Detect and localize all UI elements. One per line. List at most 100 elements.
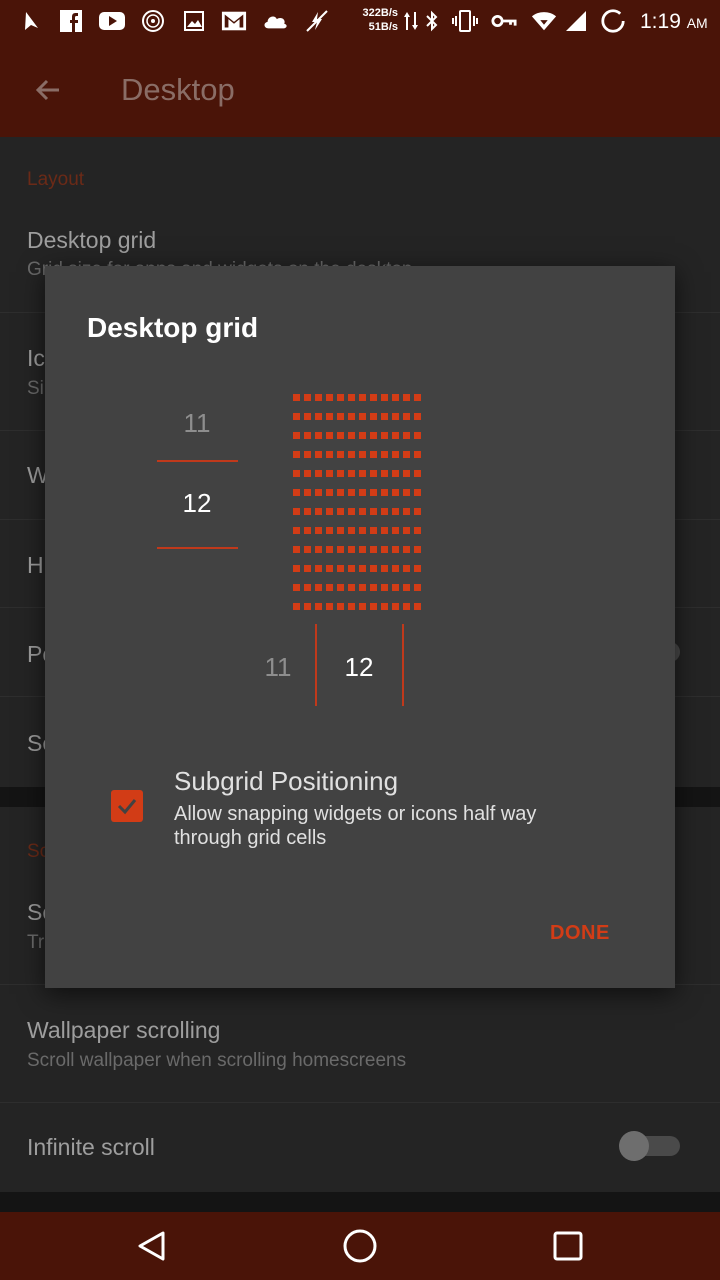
grid-preview-cell [293, 603, 300, 610]
subgrid-checkbox[interactable] [111, 790, 143, 822]
grid-preview-cell [293, 451, 300, 458]
grid-preview-cell [403, 470, 410, 477]
grid-preview-cell [293, 470, 300, 477]
grid-preview-cell [337, 508, 344, 515]
grid-preview-cell [381, 432, 388, 439]
grid-preview-cell [304, 527, 311, 534]
grid-preview-cell [403, 565, 410, 572]
grid-preview-cell [414, 546, 421, 553]
grid-preview-cell [381, 546, 388, 553]
gmail-icon [221, 9, 247, 33]
rows-picker-selected-value[interactable]: 12 [157, 488, 237, 519]
grid-preview-cell [403, 527, 410, 534]
upload-speed: 322B/s [362, 7, 398, 19]
grid-preview-cell [293, 584, 300, 591]
grid-preview-cell [293, 489, 300, 496]
status-bar: 322B/s 51B/s 1:19 AM [0, 0, 720, 42]
app-toolbar: Desktop [0, 42, 720, 137]
setting-wallpaper-scrolling-summary: Scroll wallpaper when scrolling homescre… [27, 1050, 407, 1071]
subgrid-title[interactable]: Subgrid Positioning [174, 766, 398, 797]
arrow-left-icon [35, 79, 59, 101]
no-entry-bolt-icon [304, 9, 330, 33]
grid-preview-cell [315, 470, 322, 477]
grid-preview-cell [381, 470, 388, 477]
grid-preview-cell [370, 451, 377, 458]
back-triangle-icon [138, 1231, 165, 1261]
nav-recents-button[interactable] [544, 1222, 592, 1270]
cols-picker-divider-right [402, 624, 404, 706]
rows-picker-prev-value[interactable]: 11 [157, 408, 237, 439]
grid-preview-cell [392, 489, 399, 496]
grid-preview-cell [392, 432, 399, 439]
grid-preview-cell [403, 546, 410, 553]
setting-wallpaper-scrolling-title[interactable]: Wallpaper scrolling [27, 1017, 220, 1044]
grid-preview-cell [370, 546, 377, 553]
grid-preview-cell [304, 565, 311, 572]
setting-desktop-grid-title[interactable]: Desktop grid [27, 227, 156, 254]
cols-picker-prev-value[interactable]: 11 [238, 652, 318, 683]
grid-preview-cell [414, 508, 421, 515]
grid-preview-cell [304, 489, 311, 496]
grid-preview-cell [392, 413, 399, 420]
grid-preview-cell [337, 584, 344, 591]
grid-preview-cell [326, 508, 333, 515]
youtube-icon [99, 9, 125, 33]
vibrate-icon [452, 9, 478, 33]
grid-preview-cell [392, 603, 399, 610]
nav-back-button[interactable] [128, 1222, 176, 1270]
grid-preview-cell [359, 546, 366, 553]
battery-charging-icon [600, 9, 626, 33]
grid-preview-cell [348, 603, 355, 610]
grid-preview-cell [414, 603, 421, 610]
done-button[interactable]: DONE [550, 922, 610, 945]
grid-preview-cell [304, 584, 311, 591]
grid-preview-cell [403, 584, 410, 591]
grid-preview-cell [392, 508, 399, 515]
grid-preview-cell [370, 470, 377, 477]
grid-preview-cell [381, 584, 388, 591]
grid-preview-cell [326, 565, 333, 572]
back-button[interactable] [24, 66, 72, 114]
grid-preview-cell [414, 432, 421, 439]
section-header-layout: Layout [27, 169, 85, 190]
grid-preview-cell [370, 432, 377, 439]
grid-preview-cell [337, 527, 344, 534]
signal-icon [563, 9, 589, 33]
grid-preview-cell [315, 565, 322, 572]
vpn-key-icon [491, 9, 517, 33]
bluetooth-icon [419, 9, 445, 33]
grid-preview-cell [414, 470, 421, 477]
grid-preview-cell [304, 546, 311, 553]
setting-row4-title[interactable]: H [27, 552, 44, 579]
grid-preview-cell [337, 413, 344, 420]
rows-picker-divider-bottom [157, 547, 238, 549]
grid-preview-cell [359, 565, 366, 572]
grid-preview-cell [293, 565, 300, 572]
grid-preview-cell [326, 603, 333, 610]
setting-infinite-scroll-title[interactable]: Infinite scroll [27, 1134, 155, 1161]
grid-preview-cell [359, 451, 366, 458]
nav-home-button[interactable] [336, 1222, 384, 1270]
grid-preview-cell [348, 527, 355, 534]
grid-preview-cell [414, 584, 421, 591]
grid-preview-cell [304, 508, 311, 515]
grid-preview [293, 394, 425, 614]
grid-preview-cell [315, 546, 322, 553]
grid-preview-cell [359, 584, 366, 591]
grid-preview-cell [348, 584, 355, 591]
grid-preview-cell [403, 451, 410, 458]
home-circle-icon [343, 1229, 377, 1263]
grid-preview-cell [315, 394, 322, 401]
grid-preview-cell [414, 489, 421, 496]
grid-preview-cell [315, 432, 322, 439]
grid-preview-cell [304, 451, 311, 458]
infinite-scroll-toggle-thumb[interactable] [619, 1131, 649, 1161]
grid-preview-cell [370, 413, 377, 420]
dialog-title: Desktop grid [87, 312, 259, 343]
grid-preview-cell [337, 432, 344, 439]
cols-picker-selected-value[interactable]: 12 [319, 652, 399, 683]
grid-preview-cell [359, 508, 366, 515]
clock-time: 1:19 [640, 10, 681, 33]
grid-preview-cell [414, 565, 421, 572]
grid-preview-cell [348, 489, 355, 496]
